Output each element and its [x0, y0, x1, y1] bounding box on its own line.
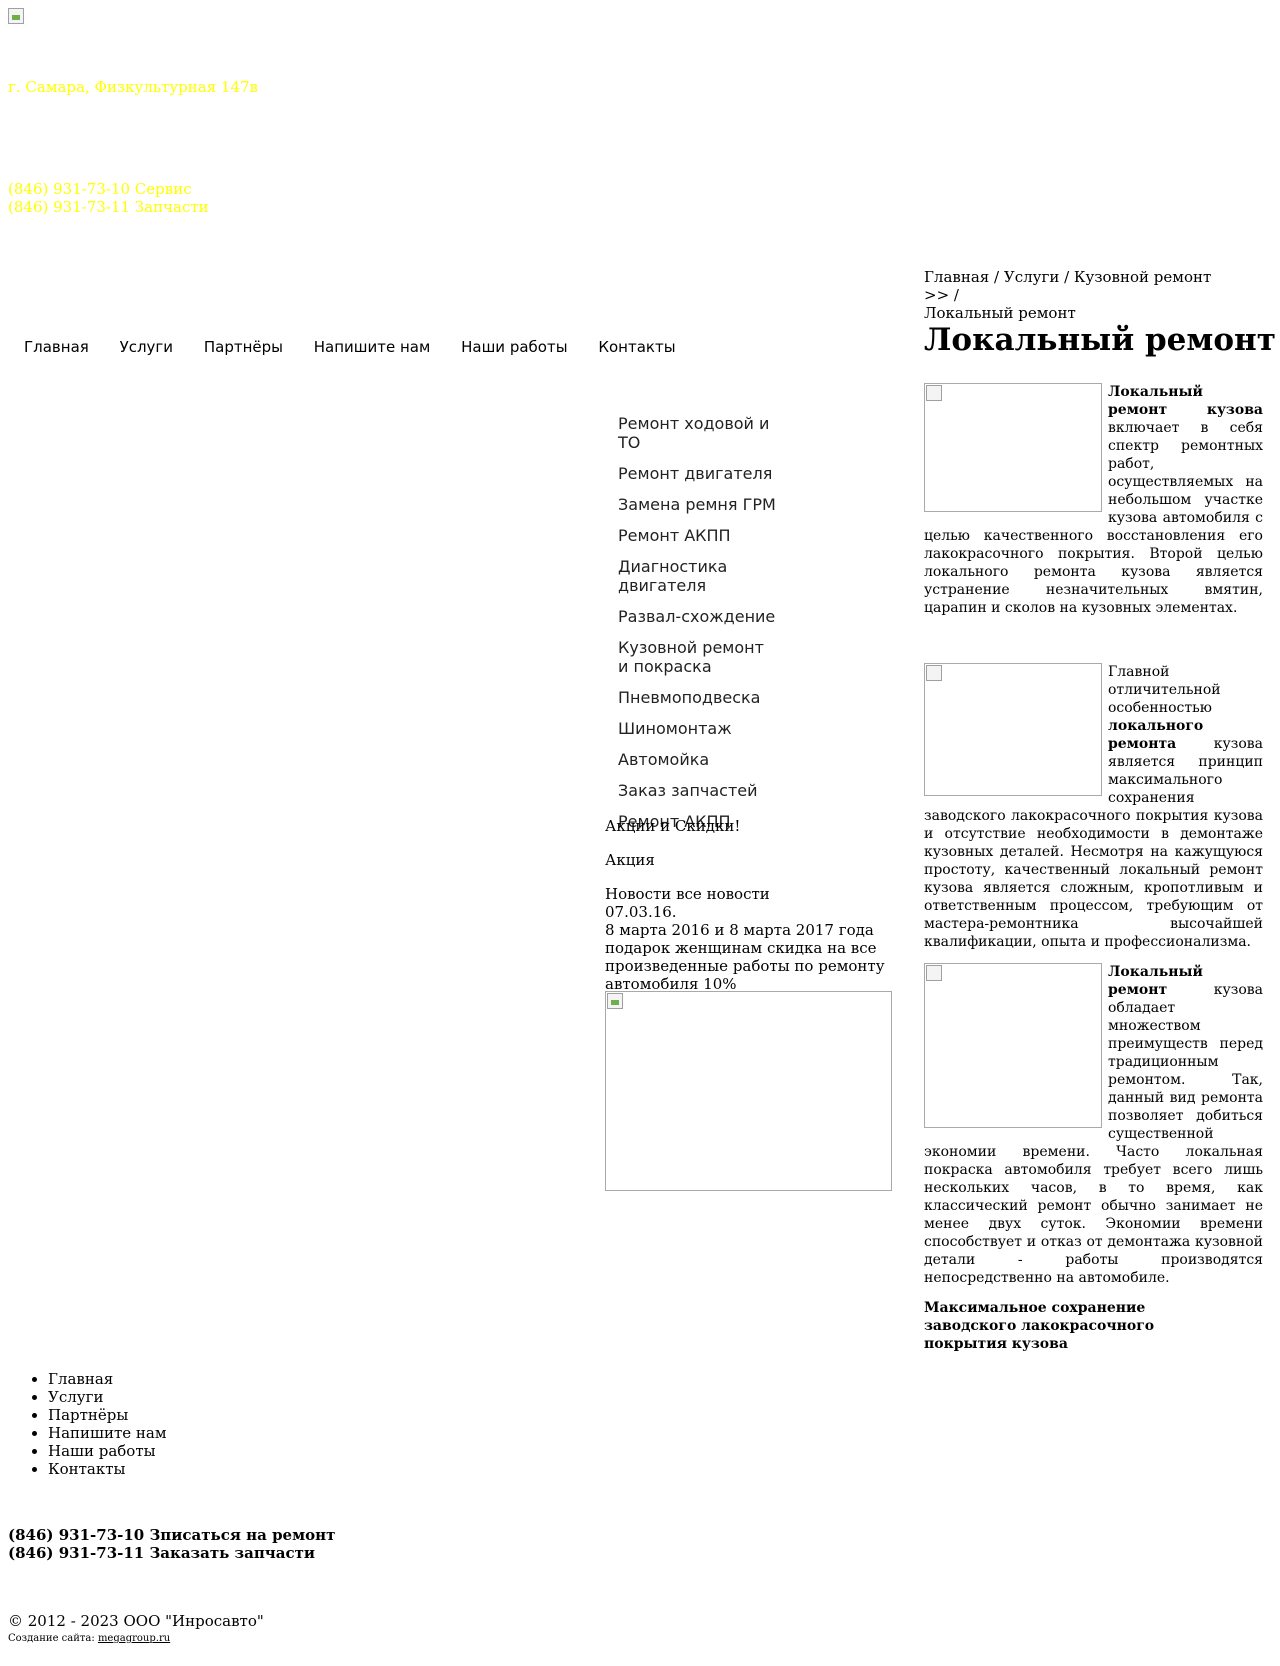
nav-item-home[interactable]: Главная: [24, 338, 89, 356]
service-item[interactable]: Заказ запчастей: [618, 781, 778, 800]
site-credit: Создание сайта: megagroup.ru: [8, 1633, 170, 1644]
service-item[interactable]: Ремонт ходовой и ТО: [618, 414, 778, 452]
article-image-3: [924, 963, 1102, 1128]
footer-nav-partners[interactable]: Партнёры: [48, 1406, 167, 1424]
service-item[interactable]: Диагностика двигателя: [618, 557, 778, 595]
credit-link[interactable]: megagroup.ru: [98, 1633, 170, 1644]
services-menu: Ремонт ходовой и ТО Ремонт двигателя Зам…: [618, 414, 778, 843]
broken-image-icon: [607, 993, 623, 1009]
copyright: © 2012 - 2023 ООО "Инросавто": [8, 1612, 264, 1630]
nav-item-partners[interactable]: Партнёры: [204, 338, 283, 356]
breadcrumb: Главная / Услуги / Кузовной ремонт >> / …: [924, 268, 1224, 322]
service-item[interactable]: Ремонт АКПП: [618, 526, 778, 545]
article-section-1: Локальный ремонт кузова включает в себя …: [924, 383, 1263, 617]
nav-item-write-us[interactable]: Напишите нам: [314, 338, 431, 356]
nav-item-services[interactable]: Услуги: [120, 338, 173, 356]
article-subheading: Максимальное сохранение заводского лакок…: [924, 1300, 1155, 1352]
breadcrumb-home[interactable]: Главная: [924, 268, 989, 286]
article-section-3: Локальный ремонт кузова обладает множест…: [924, 963, 1263, 1287]
article-image-2: [924, 663, 1102, 796]
news-banner-image[interactable]: [605, 991, 892, 1191]
news-header: Новости все новости: [605, 885, 895, 903]
footer-phone-service: (846) 931-73-10 Зписаться на ремонт: [8, 1526, 336, 1544]
article-image-1: [924, 383, 1102, 512]
breadcrumb-separator: /: [949, 286, 959, 304]
footer-nav-our-works[interactable]: Наши работы: [48, 1442, 167, 1460]
credit-label: Создание сайта:: [8, 1633, 95, 1644]
breadcrumb-current: Локальный ремонт: [924, 304, 1076, 322]
header-phone-service: (846) 931-73-10 Сервис: [8, 180, 192, 198]
footer-nav-home[interactable]: Главная: [48, 1370, 167, 1388]
service-item[interactable]: Замена ремня ГРМ: [618, 495, 778, 514]
news-label: Новости: [605, 885, 672, 903]
logo-broken-image-icon[interactable]: [8, 8, 24, 24]
article-text: Главной отличительной особенностью: [1108, 664, 1221, 716]
service-item[interactable]: Ремонт двигателя: [618, 464, 778, 483]
promo-item[interactable]: Акция: [605, 851, 895, 869]
breadcrumb-separator: /: [989, 268, 1004, 286]
footer-nav-write-us[interactable]: Напишите нам: [48, 1424, 167, 1442]
footer-phones: (846) 931-73-10 Зписаться на ремонт (846…: [8, 1526, 335, 1562]
footer-nav-services[interactable]: Услуги: [48, 1388, 167, 1406]
service-item[interactable]: Кузовной ремонт и покраска: [618, 638, 778, 676]
promo-heading[interactable]: Акции и Скидки!: [605, 817, 895, 835]
breadcrumb-services[interactable]: Услуги: [1004, 268, 1059, 286]
header-phone-parts: (846) 931-73-11 Запчасти: [8, 198, 209, 216]
nav-item-contacts[interactable]: Контакты: [598, 338, 675, 356]
all-news-link[interactable]: все новости: [676, 885, 770, 903]
service-item[interactable]: Пневмоподвеска: [618, 688, 778, 707]
breadcrumb-separator: /: [1059, 268, 1074, 286]
header-address: г. Самара, Физкультурная 147в: [8, 78, 259, 96]
article-bold-term: Локальный ремонт кузова: [1108, 384, 1263, 418]
broken-image-icon: [926, 965, 942, 981]
broken-image-icon: [926, 665, 942, 681]
service-item[interactable]: Автомойка: [618, 750, 778, 769]
service-item[interactable]: Шиномонтаж: [618, 719, 778, 738]
news-text[interactable]: 8 марта 2016 и 8 марта 2017 года подарок…: [605, 921, 895, 993]
broken-image-icon: [926, 385, 942, 401]
article-section-2: Главной отличительной особенностью локал…: [924, 663, 1263, 951]
nav-item-our-works[interactable]: Наши работы: [461, 338, 567, 356]
news-date: 07.03.16.: [605, 903, 677, 921]
footer-phone-parts: (846) 931-73-11 Заказать запчасти: [8, 1544, 316, 1562]
top-nav: Главная Услуги Партнёры Напишите нам Наш…: [24, 338, 702, 356]
footer-nav-contacts[interactable]: Контакты: [48, 1460, 167, 1478]
footer-nav: Главная Услуги Партнёры Напишите нам Наш…: [46, 1370, 167, 1478]
page-title: Локальный ремонт: [924, 322, 1276, 358]
service-item[interactable]: Развал-схождение: [618, 607, 778, 626]
